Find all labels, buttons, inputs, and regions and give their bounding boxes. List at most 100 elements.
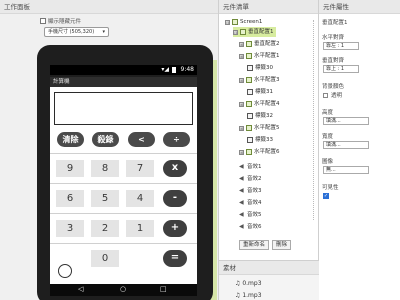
horizontal-align-select[interactable]: 靠左 : 1 (323, 42, 359, 50)
media-header: 素材 (219, 261, 319, 275)
row-divider (50, 243, 197, 244)
recents-nav-icon[interactable]: □ (160, 285, 167, 293)
phone-size-value: 手機尺寸 (505,320) (48, 29, 95, 35)
expand-icon[interactable]: ⊞ (239, 125, 244, 131)
equals-button[interactable]: = (163, 250, 187, 267)
vertical-align-select[interactable]: 靠上 : 1 (323, 65, 359, 73)
home-nav-icon[interactable]: ○ (120, 285, 126, 293)
tree-item-sound-5[interactable]: ◀ 音效5 (239, 210, 262, 220)
tree-item-sound-3[interactable]: ◀ 音效3 (239, 186, 262, 196)
expand-icon[interactable]: ⊞ (239, 101, 244, 107)
digit-1-button[interactable]: 1 (126, 220, 154, 237)
components-header: 元件清單 (219, 0, 318, 14)
width-field[interactable]: 填滿... (323, 141, 369, 149)
tree-item-horizontal-arrangement-3[interactable]: ⊞ 水平配置3 (239, 75, 280, 85)
tree-item-label-30[interactable]: 標籤30 (247, 63, 273, 73)
divide-button[interactable]: ÷ (163, 132, 190, 147)
work-panel: 工作面板 顯示隱藏元件 手機尺寸 (505,320) ▾ ▾◢ 9:48 計算機… (0, 0, 219, 300)
chevron-down-icon: ▾ (102, 29, 105, 35)
tree-item-label: 音效1 (247, 164, 262, 170)
plus-button[interactable]: + (163, 220, 187, 237)
phone-screen[interactable]: 清除 殺錄 < ÷ 9 8 7 x 6 5 4 - 3 2 1 + 0 = (50, 87, 197, 284)
back-nav-icon[interactable]: ◁ (78, 285, 83, 293)
tree-item-screen1[interactable]: ⊟ Screen1 (225, 17, 262, 27)
backspace-button[interactable]: < (128, 132, 155, 147)
status-time: 9:48 (180, 66, 194, 73)
digit-8-button[interactable]: 8 (91, 160, 119, 177)
tree-item-sound-1[interactable]: ◀ 音效1 (239, 162, 262, 172)
arrangement-icon (246, 149, 252, 155)
show-hidden-checkbox[interactable] (40, 18, 46, 24)
collapse-icon[interactable]: ⊟ (233, 29, 238, 35)
tree-item-label: 水平配置5 (254, 125, 280, 131)
show-hidden-label: 顯示隱藏元件 (48, 19, 82, 25)
tree-item-sound-6[interactable]: ◀ 音效6 (239, 222, 262, 232)
selected-component-name: 垂直配置1 (322, 20, 348, 26)
music-note-icon: ♫ (235, 280, 241, 287)
tree-item-vertical-arrangement-1[interactable]: ⊟ 垂直配置1 (233, 27, 276, 37)
tree-item-label: 標籤33 (255, 137, 273, 143)
digit-2-button[interactable]: 2 (91, 220, 119, 237)
visible-checkbox[interactable]: ✓ (323, 193, 329, 199)
microphone-icon[interactable] (58, 264, 72, 278)
tree-item-label-32[interactable]: 標籤32 (247, 111, 273, 121)
phone-size-select[interactable]: 手機尺寸 (505,320) ▾ (44, 27, 109, 37)
digit-9-button[interactable]: 9 (56, 160, 84, 177)
background-color-label: 背景顏色 (322, 84, 345, 90)
calculator-display[interactable] (54, 92, 193, 125)
background-color-value[interactable]: 透明 (331, 91, 342, 99)
tree-item-horizontal-arrangement-4[interactable]: ⊞ 水平配置4 (239, 99, 280, 109)
wifi-signal-icon: ▾◢ (161, 66, 169, 73)
image-field[interactable]: 無... (323, 166, 369, 174)
width-label: 寬度 (322, 134, 334, 140)
expand-icon[interactable]: ⊞ (239, 53, 244, 59)
digit-5-button[interactable]: 5 (91, 190, 119, 207)
multiply-button[interactable]: x (163, 160, 187, 177)
record-button[interactable]: 殺錄 (92, 132, 119, 147)
tree-item-label-33[interactable]: 標籤33 (247, 135, 273, 145)
speaker-icon: ◀ (239, 199, 244, 206)
tree-item-label: 標籤31 (255, 89, 273, 95)
media-panel: 素材 ♫ 0.mp3 ♫ 1.mp3 (219, 260, 319, 300)
android-nav-bar: ◁ ○ □ (50, 284, 197, 296)
rename-button[interactable]: 重新命名 (239, 240, 270, 250)
tree-item-label: Screen1 (240, 19, 263, 25)
tree-item-label: 音效3 (247, 188, 262, 194)
clear-button[interactable]: 清除 (57, 132, 84, 147)
tree-item-label-31[interactable]: 標籤31 (247, 87, 273, 97)
speaker-icon: ◀ (239, 187, 244, 194)
height-field[interactable]: 填滿... (323, 117, 369, 125)
battery-icon (172, 67, 176, 73)
tree-item-vertical-arrangement-2[interactable]: ⊞ 垂直配置2 (239, 39, 280, 49)
tree-item-label: 音效5 (247, 212, 262, 218)
media-file-name: 0.mp3 (242, 280, 262, 287)
speaker-icon: ◀ (239, 223, 244, 230)
screen-icon (232, 19, 238, 25)
show-hidden-components-row[interactable]: 顯示隱藏元件 (40, 17, 81, 25)
components-scrollbar[interactable] (313, 20, 316, 220)
digit-3-button[interactable]: 3 (56, 220, 84, 237)
media-file-0[interactable]: ♫ 0.mp3 (235, 280, 262, 287)
arrangement-icon (246, 41, 252, 47)
phone-status-bar: ▾◢ 9:48 (50, 65, 197, 75)
tree-item-horizontal-arrangement-1[interactable]: ⊞ 水平配置1 (239, 51, 280, 61)
height-label: 高度 (322, 110, 334, 116)
delete-button[interactable]: 刪除 (272, 240, 292, 250)
tree-item-sound-2[interactable]: ◀ 音效2 (239, 174, 262, 184)
media-file-1[interactable]: ♫ 1.mp3 (235, 292, 262, 299)
digit-6-button[interactable]: 6 (56, 190, 84, 207)
digit-7-button[interactable]: 7 (126, 160, 154, 177)
collapse-icon[interactable]: ⊟ (225, 19, 230, 25)
minus-button[interactable]: - (163, 190, 187, 207)
digit-0-button[interactable]: 0 (91, 250, 119, 267)
expand-icon[interactable]: ⊞ (239, 149, 244, 155)
digit-4-button[interactable]: 4 (126, 190, 154, 207)
tree-item-sound-4[interactable]: ◀ 音效4 (239, 198, 262, 208)
tree-item-horizontal-arrangement-6[interactable]: ⊞ 水平配置6 (239, 147, 280, 157)
expand-icon[interactable]: ⊞ (239, 41, 244, 47)
tree-item-horizontal-arrangement-5[interactable]: ⊞ 水平配置5 (239, 123, 280, 133)
color-swatch-icon[interactable] (323, 93, 328, 98)
tree-item-label: 垂直配置1 (248, 29, 274, 35)
tree-item-label: 水平配置6 (254, 149, 280, 155)
expand-icon[interactable]: ⊞ (239, 77, 244, 83)
